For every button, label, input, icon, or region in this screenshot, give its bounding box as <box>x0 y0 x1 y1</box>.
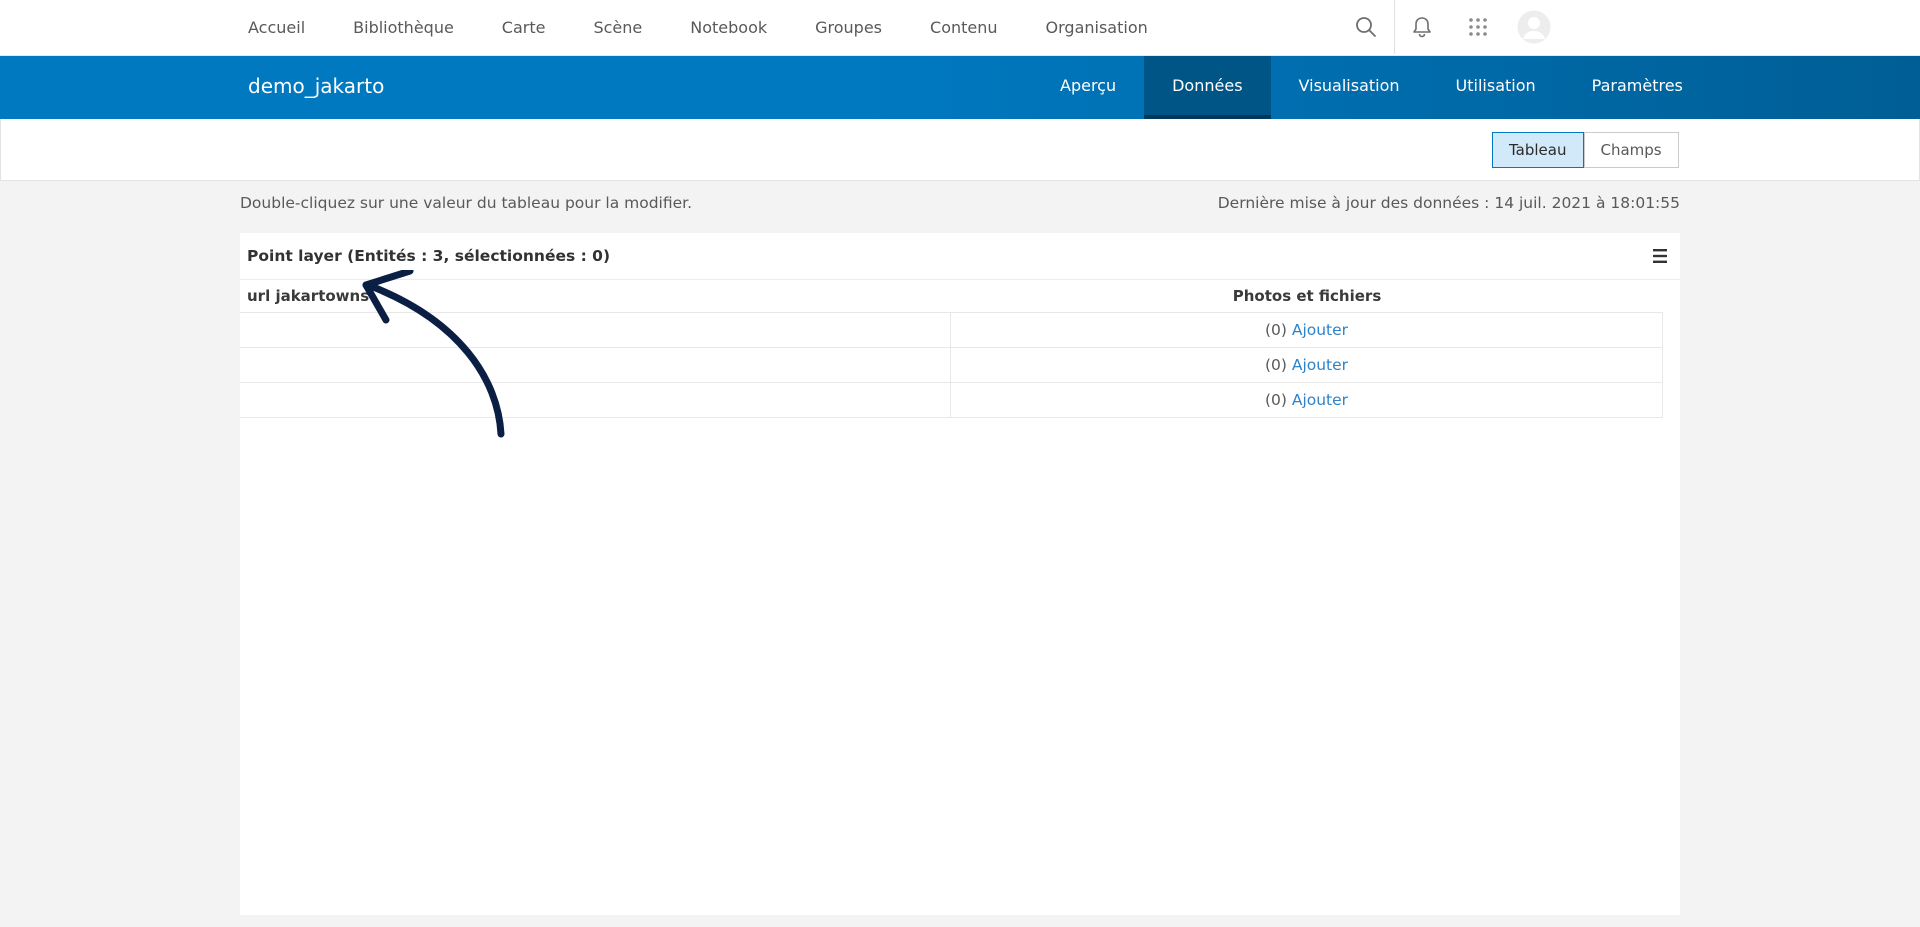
attachment-count: (0) <box>1264 321 1287 339</box>
nav-link-contenu[interactable]: Contenu <box>930 18 998 37</box>
table-menu-icon[interactable] <box>1652 247 1668 265</box>
column-header-photos[interactable]: Photos et fichiers <box>951 287 1663 305</box>
add-attachment-link[interactable]: Ajouter <box>1292 321 1348 339</box>
bell-icon[interactable] <box>1408 13 1436 41</box>
item-header: demo_jakarto Aperçu Données Visualisatio… <box>0 56 1920 119</box>
last-updated: Dernière mise à jour des données : 14 ju… <box>1217 194 1680 212</box>
apps-grid-icon[interactable] <box>1464 13 1492 41</box>
nav-divider <box>1394 0 1395 54</box>
nav-link-groupes[interactable]: Groupes <box>815 18 882 37</box>
top-nav-links: Accueil Bibliothèque Carte Scène Noteboo… <box>248 0 1196 54</box>
cell-attachments: (0) Ajouter <box>951 348 1663 382</box>
nav-link-notebook[interactable]: Notebook <box>690 18 767 37</box>
view-toggle: Tableau Champs <box>1492 132 1679 168</box>
view-toggle-bar: Tableau Champs <box>0 119 1920 181</box>
nav-link-scene[interactable]: Scène <box>593 18 642 37</box>
search-icon[interactable] <box>1352 13 1380 41</box>
cell-attachments: (0) Ajouter <box>951 313 1663 347</box>
attachment-count: (0) <box>1264 356 1287 374</box>
nav-link-accueil[interactable]: Accueil <box>248 18 305 37</box>
tab-visualisation[interactable]: Visualisation <box>1271 56 1428 119</box>
toggle-tableau-button[interactable]: Tableau <box>1492 132 1584 168</box>
annotation-arrow <box>362 270 505 438</box>
nav-link-carte[interactable]: Carte <box>502 18 546 37</box>
tab-parametres[interactable]: Paramètres <box>1564 56 1711 119</box>
item-title: demo_jakarto <box>248 74 385 98</box>
add-attachment-link[interactable]: Ajouter <box>1292 391 1348 409</box>
tab-utilisation[interactable]: Utilisation <box>1428 56 1564 119</box>
edit-hint: Double-cliquez sur une valeur du tableau… <box>240 194 693 212</box>
add-attachment-link[interactable]: Ajouter <box>1292 356 1348 374</box>
nav-link-organisation[interactable]: Organisation <box>1046 18 1148 37</box>
cell-attachments: (0) Ajouter <box>951 383 1663 417</box>
top-navigation: Accueil Bibliothèque Carte Scène Noteboo… <box>0 0 1920 56</box>
attachment-count: (0) <box>1264 391 1287 409</box>
tab-apercu[interactable]: Aperçu <box>1032 56 1144 119</box>
avatar[interactable] <box>1517 10 1551 44</box>
item-tabs: Aperçu Données Visualisation Utilisation… <box>1032 56 1711 119</box>
nav-link-bibliotheque[interactable]: Bibliothèque <box>353 18 454 37</box>
toggle-champs-button[interactable]: Champs <box>1583 132 1679 168</box>
tab-donnees[interactable]: Données <box>1144 56 1271 119</box>
